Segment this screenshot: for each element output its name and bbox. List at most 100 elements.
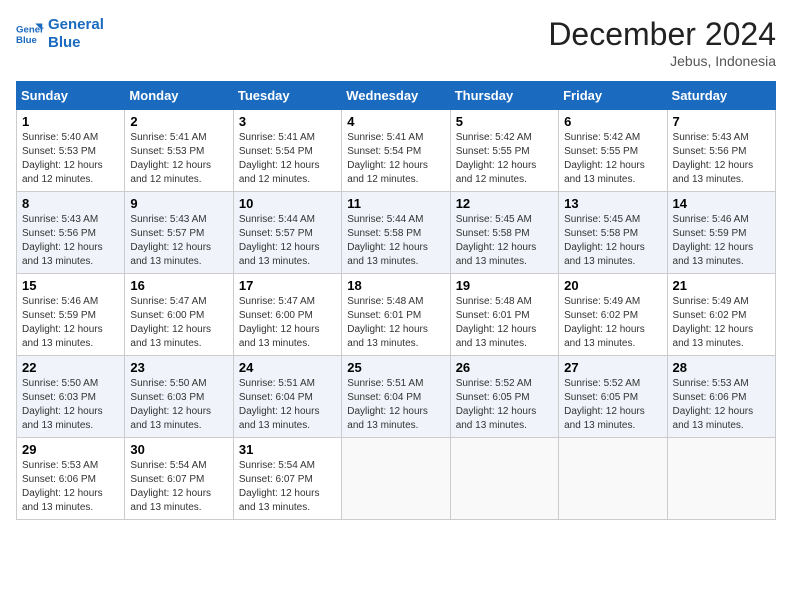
day-info: Sunrise: 5:48 AMSunset: 6:01 PMDaylight:… — [456, 295, 553, 351]
day-info: Sunrise: 5:42 AMSunset: 5:55 PMDaylight:… — [456, 131, 553, 187]
header-monday: Monday — [125, 82, 233, 110]
day-number: 29 — [22, 442, 119, 457]
header-friday: Friday — [559, 82, 667, 110]
calendar-cell: 8 Sunrise: 5:43 AMSunset: 5:56 PMDaylight… — [17, 192, 125, 274]
header-saturday: Saturday — [667, 82, 775, 110]
day-info: Sunrise: 5:41 AMSunset: 5:54 PMDaylight:… — [239, 131, 336, 187]
day-info: Sunrise: 5:47 AMSunset: 6:00 PMDaylight:… — [130, 295, 227, 351]
day-number: 6 — [564, 114, 661, 129]
day-number: 31 — [239, 442, 336, 457]
calendar-cell: 31 Sunrise: 5:54 AMSunset: 6:07 PMDayligh… — [233, 438, 341, 520]
day-number: 9 — [130, 196, 227, 211]
calendar-week-3: 15Sunrise: 5:46 AMSunset: 5:59 PMDayligh… — [17, 274, 776, 356]
calendar-cell: 4 Sunrise: 5:41 AMSunset: 5:54 PMDaylight… — [342, 110, 450, 192]
calendar-cell: 28 Sunrise: 5:53 AMSunset: 6:06 PMDayligh… — [667, 356, 775, 438]
calendar-cell: 25 Sunrise: 5:51 AMSunset: 6:04 PMDayligh… — [342, 356, 450, 438]
day-info: Sunrise: 5:52 AMSunset: 6:05 PMDaylight:… — [564, 377, 661, 433]
day-number: 10 — [239, 196, 336, 211]
calendar-cell: 6 Sunrise: 5:42 AMSunset: 5:55 PMDaylight… — [559, 110, 667, 192]
day-info: Sunrise: 5:46 AMSunset: 5:59 PMDaylight:… — [673, 213, 770, 269]
calendar-cell: 17 Sunrise: 5:47 AMSunset: 6:00 PMDayligh… — [233, 274, 341, 356]
day-number: 23 — [130, 360, 227, 375]
calendar-cell: 1Sunrise: 5:40 AMSunset: 5:53 PMDaylight… — [17, 110, 125, 192]
day-number: 26 — [456, 360, 553, 375]
location-subtitle: Jebus, Indonesia — [548, 53, 776, 69]
day-info: Sunrise: 5:43 AMSunset: 5:56 PMDaylight:… — [22, 213, 119, 269]
calendar-cell: 12 Sunrise: 5:45 AMSunset: 5:58 PMDayligh… — [450, 192, 558, 274]
day-info: Sunrise: 5:54 AMSunset: 6:07 PMDaylight:… — [239, 459, 336, 515]
day-number: 18 — [347, 278, 444, 293]
day-number: 28 — [673, 360, 770, 375]
calendar-cell: 13 Sunrise: 5:45 AMSunset: 5:58 PMDayligh… — [559, 192, 667, 274]
day-info: Sunrise: 5:49 AMSunset: 6:02 PMDaylight:… — [564, 295, 661, 351]
calendar-cell: 3 Sunrise: 5:41 AMSunset: 5:54 PMDaylight… — [233, 110, 341, 192]
day-number: 24 — [239, 360, 336, 375]
day-info: Sunrise: 5:51 AMSunset: 6:04 PMDaylight:… — [347, 377, 444, 433]
day-number: 21 — [673, 278, 770, 293]
day-number: 16 — [130, 278, 227, 293]
calendar-cell: 10Sunrise: 5:44 AMSunset: 5:57 PMDayligh… — [233, 192, 341, 274]
day-number: 7 — [673, 114, 770, 129]
day-number: 8 — [22, 196, 119, 211]
svg-text:Blue: Blue — [16, 35, 37, 46]
day-info: Sunrise: 5:52 AMSunset: 6:05 PMDaylight:… — [456, 377, 553, 433]
day-number: 3 — [239, 114, 336, 129]
calendar-cell: 29 Sunrise: 5:53 AMSunset: 6:06 PMDayligh… — [17, 438, 125, 520]
calendar-cell: 24Sunrise: 5:51 AMSunset: 6:04 PMDayligh… — [233, 356, 341, 438]
day-info: Sunrise: 5:50 AMSunset: 6:03 PMDaylight:… — [130, 377, 227, 433]
page-container: General Blue General Blue December 2024 … — [16, 16, 776, 520]
logo-icon: General Blue — [16, 20, 44, 48]
day-info: Sunrise: 5:53 AMSunset: 6:06 PMDaylight:… — [22, 459, 119, 515]
day-info: Sunrise: 5:43 AMSunset: 5:56 PMDaylight:… — [673, 131, 770, 187]
header-tuesday: Tuesday — [233, 82, 341, 110]
day-info: Sunrise: 5:45 AMSunset: 5:58 PMDaylight:… — [564, 213, 661, 269]
day-number: 17 — [239, 278, 336, 293]
day-number: 4 — [347, 114, 444, 129]
calendar-cell — [559, 438, 667, 520]
day-number: 25 — [347, 360, 444, 375]
day-info: Sunrise: 5:42 AMSunset: 5:55 PMDaylight:… — [564, 131, 661, 187]
day-number: 13 — [564, 196, 661, 211]
day-number: 27 — [564, 360, 661, 375]
day-number: 19 — [456, 278, 553, 293]
day-number: 2 — [130, 114, 227, 129]
header-wednesday: Wednesday — [342, 82, 450, 110]
day-number: 14 — [673, 196, 770, 211]
calendar-cell: 7 Sunrise: 5:43 AMSunset: 5:56 PMDaylight… — [667, 110, 775, 192]
day-number: 12 — [456, 196, 553, 211]
calendar-cell: 9Sunrise: 5:43 AMSunset: 5:57 PMDaylight… — [125, 192, 233, 274]
day-info: Sunrise: 5:53 AMSunset: 6:06 PMDaylight:… — [673, 377, 770, 433]
calendar-cell: 23 Sunrise: 5:50 AMSunset: 6:03 PMDayligh… — [125, 356, 233, 438]
calendar-week-1: 1Sunrise: 5:40 AMSunset: 5:53 PMDaylight… — [17, 110, 776, 192]
day-info: Sunrise: 5:49 AMSunset: 6:02 PMDaylight:… — [673, 295, 770, 351]
calendar-table: SundayMondayTuesdayWednesdayThursdayFrid… — [16, 81, 776, 520]
day-info: Sunrise: 5:45 AMSunset: 5:58 PMDaylight:… — [456, 213, 553, 269]
calendar-cell: 18 Sunrise: 5:48 AMSunset: 6:01 PMDayligh… — [342, 274, 450, 356]
day-number: 5 — [456, 114, 553, 129]
day-info: Sunrise: 5:44 AMSunset: 5:58 PMDaylight:… — [347, 213, 444, 269]
calendar-cell — [342, 438, 450, 520]
day-info: Sunrise: 5:48 AMSunset: 6:01 PMDaylight:… — [347, 295, 444, 351]
calendar-cell — [667, 438, 775, 520]
calendar-cell: 21 Sunrise: 5:49 AMSunset: 6:02 PMDayligh… — [667, 274, 775, 356]
calendar-cell: 5 Sunrise: 5:42 AMSunset: 5:55 PMDaylight… — [450, 110, 558, 192]
logo: General Blue General Blue — [16, 16, 104, 52]
day-number: 30 — [130, 442, 227, 457]
header: General Blue General Blue December 2024 … — [16, 16, 776, 69]
day-info: Sunrise: 5:41 AMSunset: 5:54 PMDaylight:… — [347, 131, 444, 187]
day-number: 22 — [22, 360, 119, 375]
day-info: Sunrise: 5:47 AMSunset: 6:00 PMDaylight:… — [239, 295, 336, 351]
calendar-cell: 15Sunrise: 5:46 AMSunset: 5:59 PMDayligh… — [17, 274, 125, 356]
calendar-week-2: 8 Sunrise: 5:43 AMSunset: 5:56 PMDaylight… — [17, 192, 776, 274]
calendar-week-5: 29 Sunrise: 5:53 AMSunset: 6:06 PMDayligh… — [17, 438, 776, 520]
header-thursday: Thursday — [450, 82, 558, 110]
day-number: 11 — [347, 196, 444, 211]
calendar-cell: 27 Sunrise: 5:52 AMSunset: 6:05 PMDayligh… — [559, 356, 667, 438]
day-info: Sunrise: 5:50 AMSunset: 6:03 PMDaylight:… — [22, 377, 119, 433]
day-number: 15 — [22, 278, 119, 293]
day-info: Sunrise: 5:40 AMSunset: 5:53 PMDaylight:… — [22, 131, 119, 187]
calendar-cell: 26 Sunrise: 5:52 AMSunset: 6:05 PMDayligh… — [450, 356, 558, 438]
logo-line1: General — [48, 16, 104, 34]
calendar-cell: 20Sunrise: 5:49 AMSunset: 6:02 PMDayligh… — [559, 274, 667, 356]
calendar-cell: 11 Sunrise: 5:44 AMSunset: 5:58 PMDayligh… — [342, 192, 450, 274]
